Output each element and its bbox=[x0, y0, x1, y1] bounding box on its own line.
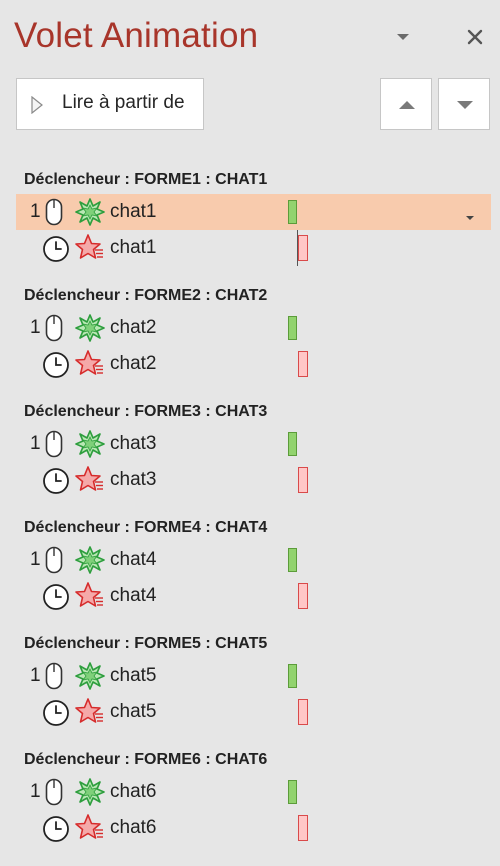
animation-target-name: chat5 bbox=[110, 701, 157, 722]
animation-target-name: chat4 bbox=[110, 549, 157, 570]
animation-item-entrance[interactable]: 1 chat3 bbox=[16, 426, 491, 462]
mouse-icon bbox=[45, 662, 63, 690]
play-from-button[interactable]: Lire à partir de bbox=[16, 78, 204, 130]
pane-options-button[interactable] bbox=[394, 30, 412, 44]
red-star-icon bbox=[75, 582, 103, 607]
close-icon bbox=[467, 29, 483, 45]
order-number: 1 bbox=[30, 317, 41, 338]
clock-icon bbox=[43, 468, 69, 494]
animation-item-exit[interactable]: chat1 bbox=[16, 230, 491, 266]
mouse-icon bbox=[45, 546, 63, 574]
trigger-heading: Déclencheur : FORME2 : CHAT2 bbox=[24, 287, 268, 304]
animation-item-entrance[interactable]: 1 chat1 bbox=[16, 194, 491, 230]
trigger-heading: Déclencheur : FORME5 : CHAT5 bbox=[24, 635, 268, 652]
play-triangle-icon bbox=[31, 96, 43, 114]
animation-item-entrance[interactable]: 1 chat5 bbox=[16, 658, 491, 694]
animation-target-name: chat4 bbox=[110, 585, 157, 606]
timeline-bar[interactable] bbox=[288, 548, 297, 572]
clock-icon bbox=[43, 352, 69, 378]
trigger-heading: Déclencheur : FORME1 : CHAT1 bbox=[24, 171, 268, 188]
red-star-icon bbox=[75, 466, 103, 491]
animation-target-name: chat3 bbox=[110, 469, 157, 490]
red-star-icon bbox=[75, 814, 103, 839]
animation-target-name: chat1 bbox=[110, 237, 157, 258]
trigger-heading: Déclencheur : FORME6 : CHAT6 bbox=[24, 751, 268, 768]
green-starburst-icon bbox=[75, 314, 105, 342]
green-starburst-icon bbox=[75, 778, 105, 806]
mouse-icon bbox=[45, 198, 63, 226]
chevron-down-icon bbox=[397, 34, 409, 40]
timeline-bar[interactable] bbox=[298, 699, 308, 725]
animation-target-name: chat6 bbox=[110, 781, 157, 802]
red-star-icon bbox=[75, 350, 103, 375]
timeline-bar[interactable] bbox=[288, 432, 297, 456]
trigger-heading: Déclencheur : FORME3 : CHAT3 bbox=[24, 403, 268, 420]
animation-target-name: chat6 bbox=[110, 817, 157, 838]
order-number: 1 bbox=[30, 433, 41, 454]
animation-target-name: chat5 bbox=[110, 665, 157, 686]
play-from-label: Lire à partir de bbox=[62, 92, 185, 113]
clock-icon bbox=[43, 700, 69, 726]
move-down-button[interactable] bbox=[438, 78, 490, 130]
red-star-icon bbox=[75, 234, 103, 259]
animation-item-exit[interactable]: chat2 bbox=[16, 346, 491, 382]
timeline-bar[interactable] bbox=[298, 815, 308, 841]
animation-item-exit[interactable]: chat3 bbox=[16, 462, 491, 498]
order-number: 1 bbox=[30, 549, 41, 570]
green-starburst-icon bbox=[75, 546, 105, 574]
triangle-down-icon bbox=[457, 101, 473, 109]
order-number: 1 bbox=[30, 201, 41, 222]
green-starburst-icon bbox=[75, 662, 105, 690]
red-star-icon bbox=[75, 698, 103, 723]
timeline-bar[interactable] bbox=[288, 316, 297, 340]
clock-icon bbox=[43, 236, 69, 262]
order-number: 1 bbox=[30, 665, 41, 686]
timeline-bar[interactable] bbox=[288, 780, 297, 804]
timeline-bar[interactable] bbox=[298, 467, 308, 493]
triangle-up-icon bbox=[399, 101, 415, 109]
order-number: 1 bbox=[30, 781, 41, 802]
animation-item-exit[interactable]: chat4 bbox=[16, 578, 491, 614]
mouse-icon bbox=[45, 430, 63, 458]
timeline-bar[interactable] bbox=[298, 583, 308, 609]
animation-list: Déclencheur : FORME1 : CHAT1 1 chat1 chat1 D… bbox=[0, 170, 500, 866]
animation-group: Déclencheur : FORME3 : CHAT3 1 chat3 chat3 bbox=[0, 402, 500, 518]
timeline-bar[interactable] bbox=[288, 200, 297, 224]
animation-target-name: chat2 bbox=[110, 317, 157, 338]
animation-group: Déclencheur : FORME2 : CHAT2 1 chat2 chat2 bbox=[0, 286, 500, 402]
mouse-icon bbox=[45, 314, 63, 342]
pane-title: Volet Animation bbox=[14, 16, 259, 55]
animation-group: Déclencheur : FORME6 : CHAT6 1 chat6 chat6 bbox=[0, 750, 500, 866]
animation-group: Déclencheur : FORME5 : CHAT5 1 chat5 chat5 bbox=[0, 634, 500, 750]
animation-target-name: chat2 bbox=[110, 353, 157, 374]
chevron-down-icon bbox=[466, 216, 474, 220]
animation-group: Déclencheur : FORME1 : CHAT1 1 chat1 chat1 bbox=[0, 170, 500, 286]
trigger-heading: Déclencheur : FORME4 : CHAT4 bbox=[24, 519, 268, 536]
timeline-bar[interactable] bbox=[288, 664, 297, 688]
clock-icon bbox=[43, 816, 69, 842]
move-up-button[interactable] bbox=[380, 78, 432, 130]
animation-target-name: chat1 bbox=[110, 201, 157, 222]
green-starburst-icon bbox=[75, 198, 105, 226]
animation-item-entrance[interactable]: 1 chat6 bbox=[16, 774, 491, 810]
timeline-bar[interactable] bbox=[298, 351, 308, 377]
animation-item-exit[interactable]: chat6 bbox=[16, 810, 491, 846]
animation-item-entrance[interactable]: 1 chat4 bbox=[16, 542, 491, 578]
animation-item-exit[interactable]: chat5 bbox=[16, 694, 491, 730]
clock-icon bbox=[43, 584, 69, 610]
green-starburst-icon bbox=[75, 430, 105, 458]
timeline-bar[interactable] bbox=[298, 235, 308, 261]
animation-group: Déclencheur : FORME4 : CHAT4 1 chat4 chat4 bbox=[0, 518, 500, 634]
animation-item-entrance[interactable]: 1 chat2 bbox=[16, 310, 491, 346]
animation-target-name: chat3 bbox=[110, 433, 157, 454]
item-options-button[interactable] bbox=[465, 208, 475, 226]
close-button[interactable] bbox=[462, 24, 488, 50]
mouse-icon bbox=[45, 778, 63, 806]
